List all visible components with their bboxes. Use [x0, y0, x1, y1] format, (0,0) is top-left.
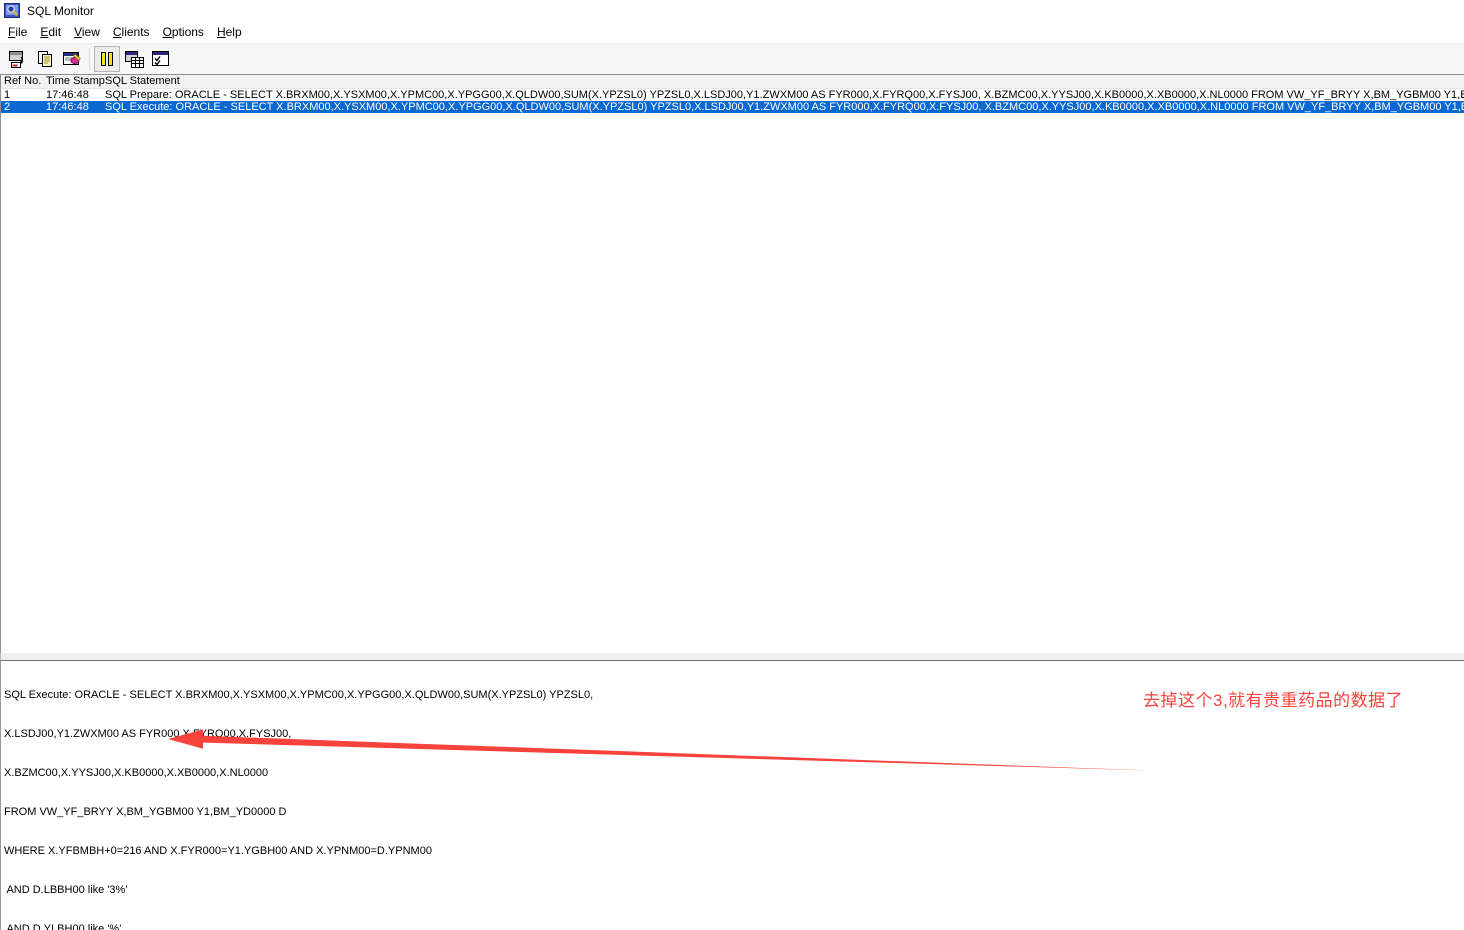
annotation-note: 去掉这个3,就有贵重药品的数据了 — [1143, 691, 1404, 710]
menu-bar: File Edit View Clients Options Help — [0, 22, 1464, 43]
menu-view[interactable]: View — [69, 23, 108, 42]
table-row-2-selected[interactable]: 2 17:46:48 SQL Execute: ORACLE - SELECT … — [1, 101, 1464, 113]
row-ref: 2 — [4, 101, 11, 113]
app-magnifier-icon — [4, 3, 21, 19]
list-header: Ref No. Time Stamp SQL Statement — [1, 75, 1464, 89]
options-checklist-button[interactable] — [148, 46, 174, 72]
options-checklist-icon — [152, 50, 169, 66]
toolbar — [0, 43, 1464, 74]
sql-line: X.BZMC00,X.YYSJ00,X.KB0000,X.XB0000,X.NL… — [4, 767, 269, 779]
toolbar-separator — [89, 48, 90, 70]
client-capture-button[interactable] — [5, 46, 31, 72]
window-title: SQL Monitor — [27, 4, 94, 18]
cascade-grid-button[interactable] — [121, 46, 147, 72]
row-statement: SQL Prepare: ORACLE - SELECT X.BRXM00,X.… — [105, 89, 1464, 101]
sql-line: FROM VW_YF_BRYY X,BM_YGBM00 Y1,BM_YD0000… — [4, 806, 287, 818]
clear-edit-button[interactable] — [59, 46, 85, 72]
row-ref: 1 — [4, 89, 11, 101]
menu-help[interactable]: Help — [212, 23, 250, 42]
row-statement: SQL Execute: ORACLE - SELECT X.BRXM00,X.… — [105, 101, 1464, 113]
menu-edit[interactable]: Edit — [35, 23, 69, 42]
column-sql-statement[interactable]: SQL Statement — [105, 75, 1464, 88]
pause-button[interactable] — [94, 46, 120, 72]
table-row-1[interactable]: 1 17:46:48 SQL Prepare: ORACLE - SELECT … — [1, 89, 1464, 101]
sql-line: WHERE X.YFBMBH+0=216 AND X.FYR000=Y1.YGB… — [4, 845, 432, 857]
splitter[interactable] — [0, 653, 1464, 660]
row-time: 17:46:48 — [46, 89, 89, 101]
row-time: 17:46:48 — [46, 101, 89, 113]
copy-button[interactable] — [32, 46, 58, 72]
sql-monitor-window: SQL Monitor File Edit View Clients Optio… — [0, 0, 1464, 930]
cascade-grid-icon — [124, 50, 144, 68]
column-ref-no[interactable]: Ref No. — [1, 75, 46, 88]
pause-icon — [101, 52, 113, 66]
copy-icon — [38, 50, 52, 67]
menu-options[interactable]: Options — [158, 23, 212, 42]
sql-line: X.LSDJ00,Y1.ZWXM00 AS FYR000,X.FYRQ00,X.… — [4, 728, 292, 740]
column-time-stamp[interactable]: Time Stamp — [46, 75, 105, 88]
menu-file[interactable]: File — [3, 23, 35, 42]
sql-line-lbbh-filter: AND D.LBBH00 like '3%' — [4, 884, 128, 896]
sql-statement-list[interactable]: Ref No. Time Stamp SQL Statement 1 17:46… — [0, 74, 1464, 653]
title-bar: SQL Monitor — [0, 0, 1464, 22]
menu-clients[interactable]: Clients — [108, 23, 158, 42]
client-capture-icon — [9, 50, 24, 68]
sql-line: AND D.YLBH00 like '%' — [4, 923, 122, 930]
clear-edit-icon — [62, 51, 81, 65]
